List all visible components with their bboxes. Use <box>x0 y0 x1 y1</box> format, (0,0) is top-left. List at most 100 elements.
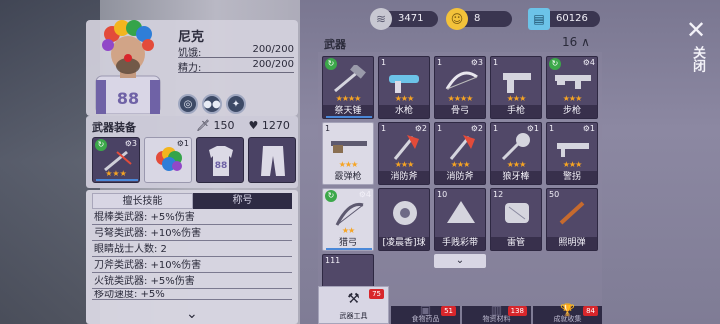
tile-stars: ★★★★ <box>335 94 362 103</box>
weapon-tile[interactable]: 1 ⚙1 ★★★ 狼牙棒 <box>490 122 542 185</box>
weapons-count[interactable]: 16 ∧ <box>562 35 590 49</box>
chevron-down-icon[interactable]: ⌄ <box>186 306 198 322</box>
ribbon-icon <box>447 201 475 223</box>
tile-name: 手贱彩带 <box>435 237 485 250</box>
sword-icon: 🗡 <box>196 119 210 132</box>
hunger-stat: 饥饿: 200/200 <box>178 44 294 59</box>
chevron-up-icon: ∧ <box>581 35 590 49</box>
equip-slot-jersey[interactable]: 88 <box>196 137 244 183</box>
scroll-down-button[interactable]: ⌄ <box>434 254 486 268</box>
hammer-icon <box>334 65 366 93</box>
energy-stat: 精力: 200/200 <box>178 59 294 74</box>
tools-icon: ⚒ <box>347 291 360 307</box>
tile-name: [凌晨香]球 <box>379 237 429 250</box>
tile-durability-bar <box>326 116 372 118</box>
weapon-tile[interactable]: ↻ ★★★★ 祭天锤 <box>322 56 374 119</box>
weapons-title: 武器 <box>324 38 346 51</box>
health-stat: ♥ 1270 <box>248 119 289 132</box>
weapon-tile[interactable]: ↻ ⚙4 ★★★ 步枪 <box>546 56 598 119</box>
currency-tokens: ☺ 8 <box>446 8 512 30</box>
weapon-tile[interactable]: [凌晨香]球 <box>378 188 430 251</box>
tile-stars: ★★★ <box>506 160 527 169</box>
water-gun-icon <box>389 75 419 93</box>
equip-slot-weapon[interactable]: ↻ ⚙3 ★★★ <box>92 137 140 183</box>
tile-stars: ★★★★ <box>447 94 474 103</box>
tab-materials[interactable]: ▥ 138 物资材料 <box>462 303 531 324</box>
tile-durability-bar <box>326 248 372 250</box>
materials-icon: ▥ <box>490 303 503 317</box>
food-icon: ▣ <box>419 303 432 317</box>
svg-text:88: 88 <box>215 161 228 171</box>
hunting-bow-icon <box>335 202 364 226</box>
equip-slot-wig[interactable]: ⚙1 <box>144 137 192 183</box>
skill-tabs: 擅长技能 称号 <box>92 193 292 209</box>
tab-weapons-tools[interactable]: ⚒ 75 武器工具 <box>318 286 389 324</box>
coin-stack-icon: ≋ <box>370 8 392 30</box>
tab-badge: 138 <box>507 306 527 316</box>
afro-wig-icon <box>156 147 182 171</box>
weapon-tile[interactable]: 1 ★★★ 水枪 <box>378 56 430 119</box>
close-label: 关闭 <box>690 46 705 72</box>
weapon-durability-bar <box>96 179 138 181</box>
weapon-tile[interactable]: 1 ★★★ 手枪 <box>490 56 542 119</box>
heart-icon: ♥ <box>248 119 259 132</box>
stomach-icon[interactable]: ◎ <box>178 94 198 114</box>
close-button[interactable]: ✕ 关闭 <box>680 18 712 82</box>
figure-icon[interactable]: ✦ <box>226 94 246 114</box>
weapon-tile[interactable]: 1 ⚙3 ★★★★ 骨弓 <box>434 56 486 119</box>
tab-badge: 75 <box>369 289 384 299</box>
smiley-coin-icon: ☺ <box>446 8 468 30</box>
jersey-icon: 88 <box>209 146 233 176</box>
tile-name: 手枪 <box>491 105 541 118</box>
tab-label: 武器工具 <box>339 312 368 320</box>
shotgun-icon <box>331 141 367 153</box>
skill-line: 刀斧类武器: +10%伤害 <box>92 258 292 273</box>
tab-badge: 84 <box>583 306 598 316</box>
currency-value: 3471 <box>398 13 424 24</box>
bottom-tabs: ⚒ 75 武器工具 ▣ 51 食物药品 ▥ 138 物资材料 🏆 84 成就收集 <box>318 286 602 324</box>
fire-axe-icon <box>449 135 475 160</box>
tile-quantity: 111 <box>325 256 341 265</box>
pants-icon <box>261 146 285 176</box>
tab-food-medicine[interactable]: ▣ 51 食物药品 <box>391 303 460 324</box>
weapon-tile[interactable]: 1 ★★★ 霰弹枪 <box>322 122 374 185</box>
status-icons: ◎ ●● ✦ <box>178 94 246 114</box>
skill-line: 移动速度: +5% <box>92 290 292 300</box>
health-value: 1270 <box>261 119 290 132</box>
energy-label: 精力: <box>178 63 202 74</box>
weapon-tile[interactable]: 12 雷管 <box>490 188 542 251</box>
tile-name: 步枪 <box>547 105 597 118</box>
weapon-stars: ★★★ <box>105 169 127 178</box>
detonator-icon <box>505 203 529 223</box>
tab-achievements[interactable]: 🏆 84 成就收集 <box>533 303 602 324</box>
currency-value: 8 <box>474 13 481 24</box>
weapon-tile[interactable]: 1 ⚙2 ★★★ 消防斧 <box>434 122 486 185</box>
tile-stars: ★★★ <box>450 160 471 169</box>
weapon-mods: ⚙3 <box>124 139 137 148</box>
tile-name: 警拐 <box>547 171 597 184</box>
cash-icon: ▤ <box>528 8 550 30</box>
tile-stars: ★★★ <box>562 94 583 103</box>
weapon-tile[interactable]: 10 手贱彩带 <box>434 188 486 251</box>
tab-skills[interactable]: 擅长技能 <box>92 193 193 209</box>
tile-name: 水枪 <box>379 105 429 118</box>
equip-slot-pants[interactable] <box>248 137 296 183</box>
hunger-value: 200/200 <box>252 44 294 55</box>
attack-value: 150 <box>213 119 235 132</box>
skill-line: 眼睛战士人数: 2 <box>92 242 292 257</box>
tile-stars: ★★★ <box>338 160 359 169</box>
weapon-tile[interactable]: 50 照明弹 <box>546 188 598 251</box>
weapon-tile[interactable]: 1 ⚙1 ★★★ 警拐 <box>546 122 598 185</box>
jersey-number: 88 <box>117 89 139 108</box>
group-icon[interactable]: ●● <box>202 94 222 114</box>
character-name: 尼克 <box>178 30 205 45</box>
skill-line: 棍棒类武器: +5%伤害 <box>92 210 292 225</box>
tab-titles[interactable]: 称号 <box>193 193 292 209</box>
equipment-title: 武器装备 <box>92 121 136 134</box>
rifle-icon <box>555 75 591 89</box>
tile-name: 消防斧 <box>435 171 485 184</box>
equipment-stats: 🗡 150 ♥ 1270 <box>196 119 290 132</box>
weapon-tile[interactable]: ↻ ⚙4 ★★ 猎弓 <box>322 188 374 251</box>
weapon-tile[interactable]: 1 ⚙2 ★★★ 消防斧 <box>378 122 430 185</box>
tile-stars: ★★★ <box>394 94 415 103</box>
